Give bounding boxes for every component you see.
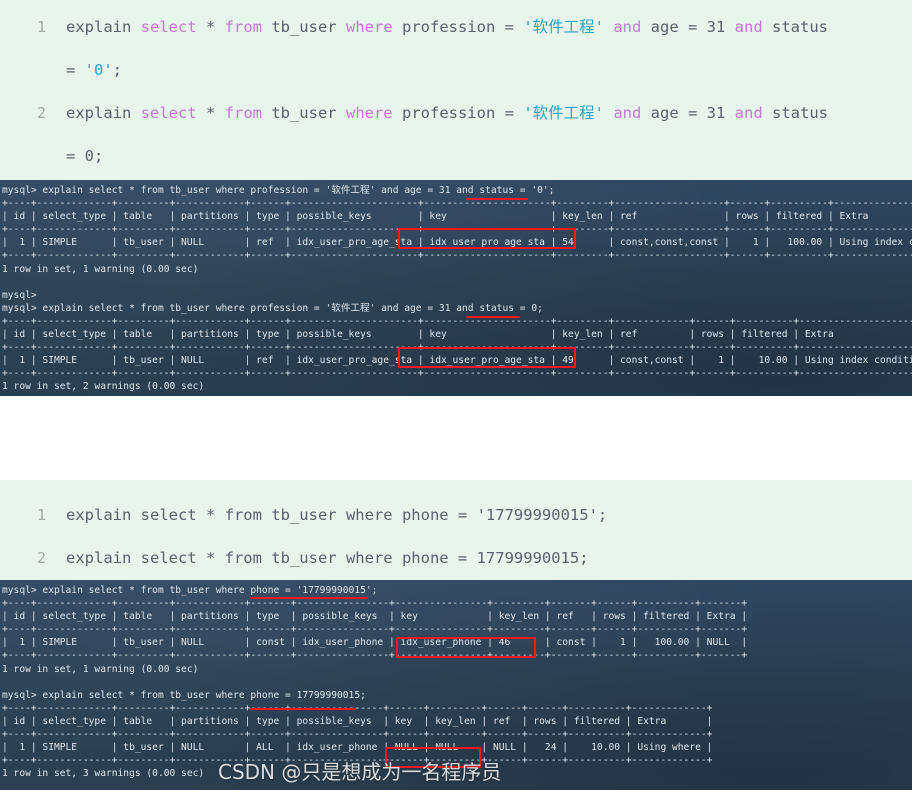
terminal-line: +----+-------------+---------+----------…	[2, 198, 912, 210]
code-line: 2 explain select * from tb_user where pho…	[0, 537, 912, 580]
code-line-number: 2	[36, 549, 46, 567]
code-token: from	[224, 104, 262, 122]
terminal-line: 1 row in set, 3 warnings (0.00 sec)	[2, 768, 205, 780]
terminal-line: +----+-------------+---------+----------…	[2, 224, 912, 236]
terminal-line: +----+-------------+---------+----------…	[2, 342, 912, 354]
code-token: explain	[66, 104, 141, 122]
code-line: = '0';	[0, 49, 912, 92]
terminal-line: | 1 | SIMPLE | tb_user | NULL | const | …	[2, 637, 748, 649]
code-token: explain select * from tb_user where phon…	[66, 549, 589, 567]
code-token: select	[140, 18, 197, 36]
terminal-line: mysql> explain select * from tb_user whe…	[2, 302, 543, 314]
code-token: *	[196, 104, 225, 122]
terminal-line: | 1 | SIMPLE | tb_user | NULL | ALL | id…	[2, 742, 713, 754]
code-token: where	[345, 104, 393, 122]
code-token: '0'	[84, 61, 113, 79]
terminal-line: +----+-------------+---------+----------…	[2, 702, 713, 714]
code-block-composite-index-query: 1 explain select * from tb_user where pro…	[0, 0, 912, 180]
code-token: from	[224, 18, 262, 36]
code-line-number: 1	[36, 18, 46, 36]
code-token: ;	[112, 61, 123, 79]
terminal-line: 1 row in set, 2 warnings (0.00 sec)	[2, 381, 205, 393]
code-token: profession =	[392, 104, 524, 122]
terminal-phone-index-output: mysql> explain select * from tb_user whe…	[0, 580, 912, 790]
screenshot-page: 1 explain select * from tb_user where pro…	[0, 0, 912, 795]
terminal-line: mysql>	[2, 289, 37, 301]
terminal-line: | id | select_type | table | partitions …	[2, 611, 748, 623]
code-line-number: 2	[36, 104, 46, 122]
terminal-line: | 1 | SIMPLE | tb_user | NULL | ref | id…	[2, 355, 912, 367]
code-token: where	[345, 18, 393, 36]
terminal-line: +----+-------------+---------+----------…	[2, 368, 912, 380]
section-divider-gap	[0, 396, 912, 480]
code-token: age = 31	[641, 18, 735, 36]
terminal-line: +----+-------------+---------+----------…	[2, 650, 748, 662]
terminal-line: +----+-------------+---------+----------…	[2, 315, 912, 327]
code-token: explain select * from tb_user where phon…	[66, 506, 608, 524]
code-token: and	[613, 104, 642, 122]
terminal-line: | 1 | SIMPLE | tb_user | NULL | ref | id…	[2, 237, 912, 249]
terminal-line: mysql> explain select * from tb_user whe…	[2, 689, 366, 701]
code-token: and	[613, 18, 642, 36]
code-token: explain	[66, 18, 141, 36]
terminal-composite-index-output: mysql> explain select * from tb_user whe…	[0, 180, 912, 396]
code-token: profession =	[392, 18, 524, 36]
code-token: and	[734, 18, 763, 36]
terminal-line: +----+-------------+---------+----------…	[2, 598, 748, 610]
terminal-line: mysql> explain select * from tb_user whe…	[2, 585, 378, 596]
terminal-line: +----+-------------+---------+----------…	[2, 250, 912, 262]
terminal-line: mysql> explain select * from tb_user whe…	[2, 185, 555, 196]
code-line: 1 explain select * from tb_user where pro…	[0, 6, 912, 49]
code-token: select	[140, 104, 197, 122]
code-token: tb_user	[261, 104, 346, 122]
code-token: and	[734, 104, 763, 122]
terminal-line: | id | select_type | table | partitions …	[2, 715, 713, 727]
code-token: tb_user	[261, 18, 346, 36]
terminal-line: | id | select_type | table | partitions …	[2, 211, 912, 223]
code-line: 2 explain select * from tb_user where pro…	[0, 92, 912, 135]
code-token: '软件工程'	[523, 104, 604, 122]
code-token: status	[762, 104, 828, 122]
terminal-line: +----+-------------+---------+----------…	[2, 729, 713, 741]
terminal-line: 1 row in set, 1 warning (0.00 sec)	[2, 263, 199, 275]
code-token: status	[762, 18, 828, 36]
terminal-line: +----+-------------+---------+----------…	[2, 624, 748, 636]
terminal-line: +----+-------------+---------+----------…	[2, 755, 713, 767]
terminal-line: | id | select_type | table | partitions …	[2, 329, 912, 341]
code-token: age = 31	[641, 104, 735, 122]
code-block-phone-query: 1 explain select * from tb_user where pho…	[0, 480, 912, 580]
code-line: = 0;	[0, 135, 912, 178]
code-token: '软件工程'	[523, 18, 604, 36]
code-token: =	[66, 61, 85, 79]
code-token: *	[196, 18, 225, 36]
code-token: = 0;	[66, 147, 104, 165]
code-line-number: 1	[36, 506, 46, 524]
code-line: 1 explain select * from tb_user where pho…	[0, 494, 912, 537]
terminal-line: 1 row in set, 1 warning (0.00 sec)	[2, 663, 199, 675]
